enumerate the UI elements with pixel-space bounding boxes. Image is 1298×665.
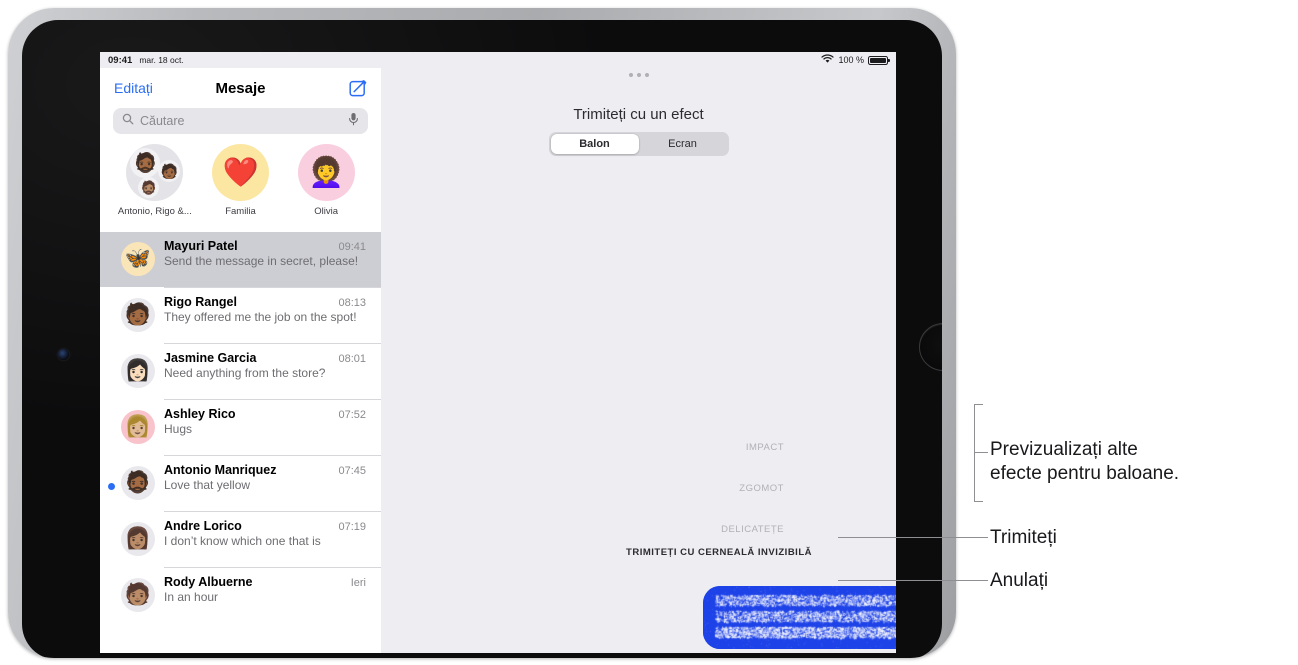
- conversation-time: 07:19: [338, 521, 366, 533]
- avatar: 🧔🏾: [121, 466, 155, 500]
- conversation-row[interactable]: 👩🏽 Andre Lorico 07:19 I don’t know which on…: [100, 512, 381, 567]
- callout-annotations: Previzualizați alte efecte pentru baloan…: [956, 0, 1298, 665]
- conversation-row[interactable]: 🧔🏾 Antonio Manriquez 07:45 Love that yellow: [100, 456, 381, 511]
- effect-option-1[interactable]: IMPACT: [746, 442, 784, 453]
- compose-message-icon[interactable]: [349, 79, 367, 97]
- avatar: 🧑🏽: [121, 578, 155, 612]
- callout-label-3: Anulați: [990, 569, 1048, 593]
- conversation-body: Mayuri Patel 09:41 Send the message in sec…: [164, 239, 368, 280]
- status-bar-right: 100 %: [821, 54, 888, 67]
- status-time: 09:41: [108, 55, 132, 66]
- conversation-body: Antonio Manriquez 07:45 Love that yellow: [164, 463, 368, 504]
- conversation-body: Ashley Rico 07:52 Hugs: [164, 407, 368, 448]
- effect-option-4[interactable]: TRIMITEȚI CU CERNEALĂ INVIZIBILĂ: [626, 547, 812, 558]
- callout-leader-1: [974, 452, 988, 453]
- search-icon: [122, 112, 134, 130]
- conversation-row[interactable]: 👩🏻 Jasmine Garcia 08:01 Need anything from …: [100, 344, 381, 399]
- segment-balon[interactable]: Balon: [551, 134, 639, 154]
- pinned-conversation-label: Antonio, Rigo &...: [118, 206, 192, 217]
- avatar: 👩🏽: [121, 522, 155, 556]
- conversation-row[interactable]: 🦋 Mayuri Patel 09:41 Send the message in se…: [100, 232, 381, 287]
- conversation-preview: In an hour: [164, 590, 366, 605]
- conversation-preview: Send the message in secret, please!: [164, 254, 366, 269]
- pinned-conversation-label: Familia: [225, 206, 256, 217]
- avatar: 🦋: [121, 242, 155, 276]
- conversation-row[interactable]: 👩🏼 Ashley Rico 07:52 Hugs: [100, 400, 381, 455]
- message-bubble-invisible-ink[interactable]: [703, 586, 896, 649]
- pinned-conversations: 🧔🏾 🧑🏾 🧔🏽 Antonio, Rigo &... ❤️ Familia 👩‍🦱 Oliv…: [100, 144, 381, 230]
- conversation-preview: I don’t know which one that is: [164, 534, 366, 549]
- conversation-time: Ieri: [351, 577, 366, 589]
- page-title: Mesaje: [100, 80, 381, 97]
- unread-badge: [108, 483, 115, 490]
- conversation-preview: Need anything from the store?: [164, 366, 366, 381]
- conversation-preview: Love that yellow: [164, 478, 366, 493]
- avatar: 👩‍🦱: [298, 144, 355, 201]
- home-button[interactable]: [919, 323, 942, 371]
- conversation-name: Antonio Manriquez: [164, 463, 277, 477]
- conversation-name: Andre Lorico: [164, 519, 242, 533]
- sidebar-nav-bar: Editați Mesaje: [100, 68, 381, 108]
- effect-sheet-title: Trimiteți cu un efect: [381, 106, 896, 123]
- segment-ecran[interactable]: Ecran: [639, 134, 727, 154]
- avatar: 🧑🏾: [121, 298, 155, 332]
- search-input[interactable]: Căutare: [113, 108, 368, 134]
- avatar: 🧔🏾 🧑🏾 🧔🏽: [126, 144, 183, 201]
- callout-leader-3: [838, 580, 988, 581]
- callout-leader-2: [838, 537, 988, 538]
- callout-label-1-line1: Previzualizați alte: [990, 438, 1138, 462]
- status-bar: 09:41 mar. 18 oct. 100 %: [100, 52, 896, 68]
- conversation-preview: They offered me the job on the spot!: [164, 310, 366, 325]
- conversation-body: Andre Lorico 07:19 I don’t know which one …: [164, 519, 368, 560]
- conversation-name: Rody Albuerne: [164, 575, 252, 589]
- callout-label-2: Trimiteți: [990, 526, 1057, 550]
- conversation-name: Rigo Rangel: [164, 295, 237, 309]
- status-bar-left: 09:41 mar. 18 oct.: [108, 55, 184, 66]
- search-placeholder: Căutare: [140, 114, 342, 128]
- conversation-body: Rigo Rangel 08:13 They offered me the job …: [164, 295, 368, 336]
- callout-bracket-bottom: [974, 501, 983, 502]
- avatar: ❤️: [212, 144, 269, 201]
- wifi-icon: [821, 54, 834, 67]
- effect-type-segmented-control[interactable]: Balon Ecran: [549, 132, 729, 156]
- pinned-conversation-3[interactable]: 👩‍🦱 Olivia: [283, 144, 369, 230]
- effect-preview-pane: Trimiteți cu un efect Balon Ecran IMPACT Z…: [381, 68, 896, 653]
- messages-sidebar: Editați Mesaje Căutare 🧔🏾 🧑🏾 🧔🏽 Antonio,…: [100, 68, 381, 653]
- avatar: 👩🏻: [121, 354, 155, 388]
- effect-option-2[interactable]: ZGOMOT: [739, 483, 784, 494]
- callout-bracket-vertical: [974, 404, 975, 502]
- microphone-icon[interactable]: [348, 112, 359, 131]
- conversation-time: 08:13: [338, 297, 366, 309]
- conversation-body: Rody Albuerne Ieri In an hour: [164, 575, 368, 616]
- callout-label-1-line2: efecte pentru baloane.: [990, 462, 1179, 486]
- conversation-time: 09:41: [338, 241, 366, 253]
- conversation-body: Jasmine Garcia 08:01 Need anything from th…: [164, 351, 368, 392]
- avatar: 👩🏼: [121, 410, 155, 444]
- conversation-name: Jasmine Garcia: [164, 351, 256, 365]
- multitasking-handle-icon[interactable]: [629, 73, 649, 77]
- conversation-preview: Hugs: [164, 422, 366, 437]
- pinned-conversation-2[interactable]: ❤️ Familia: [198, 144, 284, 230]
- conversation-row[interactable]: 🧑🏾 Rigo Rangel 08:13 They offered me the jo…: [100, 288, 381, 343]
- pinned-conversation-1[interactable]: 🧔🏾 🧑🏾 🧔🏽 Antonio, Rigo &...: [112, 144, 198, 230]
- conversation-name: Ashley Rico: [164, 407, 236, 421]
- ipad-screen: 09:41 mar. 18 oct. 100 % Editați Mesaje …: [100, 52, 896, 653]
- screenshot-root: 09:41 mar. 18 oct. 100 % Editați Mesaje …: [0, 0, 1298, 665]
- battery-percent: 100 %: [838, 55, 864, 65]
- ipad-device-frame: 09:41 mar. 18 oct. 100 % Editați Mesaje …: [8, 8, 956, 658]
- battery-full-icon: [868, 56, 888, 65]
- conversation-row[interactable]: 🧑🏽 Rody Albuerne Ieri In an hour: [100, 568, 381, 623]
- conversation-time: 08:01: [338, 353, 366, 365]
- conversation-time: 07:45: [338, 465, 366, 477]
- invisible-ink-effect: [703, 586, 896, 649]
- conversation-name: Mayuri Patel: [164, 239, 238, 253]
- pinned-conversation-label: Olivia: [314, 206, 338, 217]
- effect-option-3[interactable]: DELICATEȚE: [721, 524, 784, 535]
- status-date: mar. 18 oct.: [139, 55, 183, 65]
- front-camera-icon: [58, 349, 69, 360]
- conversation-list: 🦋 Mayuri Patel 09:41 Send the message in se…: [100, 232, 381, 653]
- callout-bracket-top: [974, 404, 983, 405]
- ipad-bezel: 09:41 mar. 18 oct. 100 % Editați Mesaje …: [22, 20, 942, 658]
- conversation-time: 07:52: [338, 409, 366, 421]
